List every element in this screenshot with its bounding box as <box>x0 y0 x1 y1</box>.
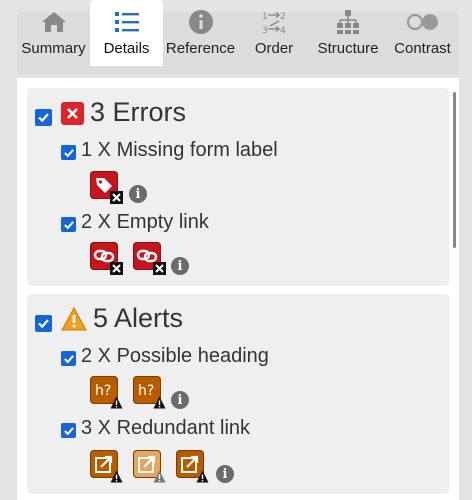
possible-heading-text: 2 X Possible heading <box>81 345 269 367</box>
tab-summary[interactable]: Summary <box>17 0 90 62</box>
errors-title: 3 Errors <box>90 97 187 127</box>
redundant-link-icon[interactable] <box>176 450 209 483</box>
tab-label: Contrast <box>394 40 451 57</box>
info-icon <box>188 8 214 36</box>
tab-structure[interactable]: Structure <box>310 0 386 62</box>
empty-link-info-icon[interactable]: i <box>171 257 189 275</box>
empty-link-icon[interactable] <box>90 242 123 275</box>
redundant-link-icon[interactable] <box>133 450 166 483</box>
alert-mini-icon <box>110 470 123 483</box>
possible-heading-icon[interactable]: h? <box>133 376 166 409</box>
missing-form-label-text: 1 X Missing form label <box>81 139 278 161</box>
scrollbar[interactable] <box>453 92 456 248</box>
error-mini-icon <box>110 191 123 204</box>
alerts-checkbox[interactable] <box>35 315 52 332</box>
possible-heading-checkbox[interactable] <box>61 351 76 366</box>
svg-text:h?: h? <box>138 383 154 399</box>
error-mini-icon <box>153 262 166 275</box>
tab-order[interactable]: 1 2 3 4 Order <box>238 0 310 62</box>
missing-label-icon[interactable] <box>90 171 123 204</box>
tab-contrast[interactable]: Contrast <box>386 0 459 62</box>
redundant-link-text: 3 X Redundant link <box>81 417 251 439</box>
tab-label: Summary <box>21 40 86 57</box>
tab-label: Details <box>103 40 150 57</box>
missing-form-label-info-icon[interactable]: i <box>129 185 147 203</box>
tab-details[interactable]: Details <box>90 0 163 66</box>
home-icon <box>41 8 67 36</box>
svg-text:1: 1 <box>262 12 268 22</box>
structure-icon <box>335 8 361 36</box>
possible-heading-info-icon[interactable]: i <box>171 391 189 409</box>
redundant-link-checkbox[interactable] <box>61 423 76 438</box>
redundant-link-info-icon[interactable]: i <box>216 465 234 483</box>
empty-link-checkbox[interactable] <box>61 217 76 232</box>
contrast-icon <box>406 8 440 36</box>
tab-label: Reference <box>165 40 236 57</box>
svg-text:3: 3 <box>262 26 268 35</box>
empty-link-text: 2 X Empty link <box>81 211 209 233</box>
possible-heading-icon[interactable]: h? <box>90 376 123 409</box>
error-mini-icon <box>110 262 123 275</box>
tab-label: Structure <box>317 40 379 57</box>
tab-reference[interactable]: Reference <box>163 0 238 62</box>
svg-text:h?: h? <box>95 383 111 399</box>
alerts-title: 5 Alerts <box>93 303 184 333</box>
svg-text:4: 4 <box>280 26 286 35</box>
alert-mini-icon <box>153 396 166 409</box>
alert-icon <box>61 306 87 331</box>
errors-checkbox[interactable] <box>35 109 52 126</box>
list-icon <box>114 8 140 36</box>
tab-label: Order <box>254 40 294 57</box>
order-icon: 1 2 3 4 <box>261 8 287 36</box>
alert-mini-icon <box>153 470 166 483</box>
empty-link-icon[interactable] <box>133 242 166 275</box>
error-icon <box>61 102 84 125</box>
svg-text:2: 2 <box>280 12 286 22</box>
redundant-link-icon[interactable] <box>90 450 123 483</box>
missing-form-label-checkbox[interactable] <box>61 145 76 160</box>
alert-mini-icon <box>110 396 123 409</box>
alert-mini-icon <box>196 470 209 483</box>
